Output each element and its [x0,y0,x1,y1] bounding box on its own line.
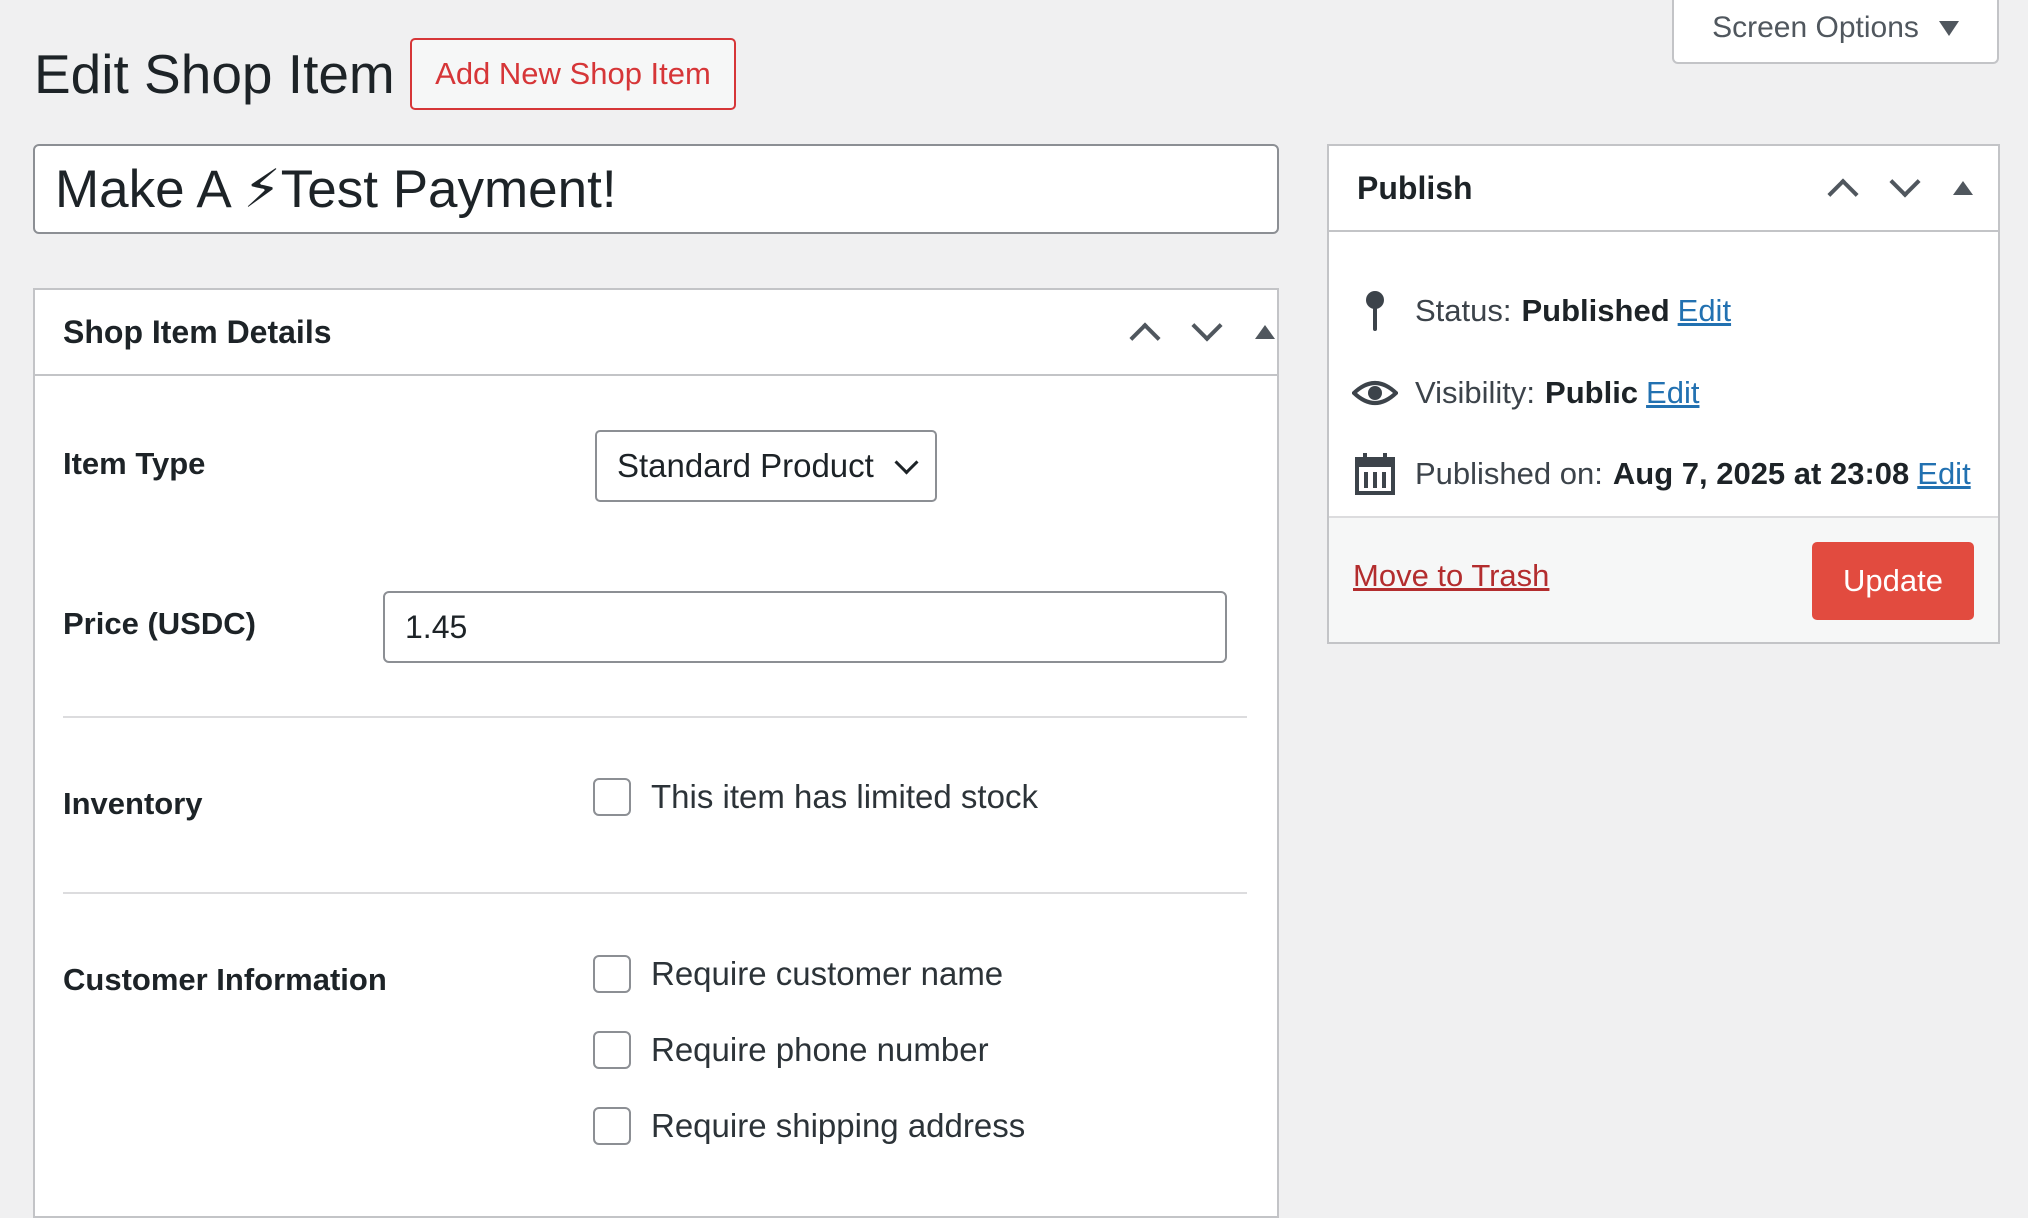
eye-icon [1351,369,1399,417]
limited-stock-checkbox[interactable] [593,778,631,816]
toggle-panel-button[interactable] [1245,290,1285,374]
published-on-value: Aug 7, 2025 at 23:08 [1612,456,1910,491]
require-phone-label: Require phone number [651,1031,989,1068]
published-on-label: Published on: [1415,456,1603,491]
require-shipping-option[interactable]: Require shipping address [593,1107,1025,1145]
price-label: Price (USDC) [63,606,256,641]
toggle-triangle-icon [1255,325,1275,339]
divider [63,716,1247,718]
move-down-button[interactable] [1183,290,1231,374]
add-new-shop-item-button[interactable]: Add New Shop Item [410,38,736,110]
divider [63,892,1247,894]
visibility-value: Public [1545,375,1639,410]
page-title: Edit Shop Item [34,43,395,105]
status-label: Status: [1415,293,1512,328]
pin-icon [1351,287,1399,335]
require-shipping-label: Require shipping address [651,1107,1026,1144]
triangle-down-icon [1938,20,1959,36]
status-row: Status: Published Edit [1351,286,1731,336]
inventory-label: Inventory [63,786,203,821]
require-name-option[interactable]: Require customer name [593,955,1003,993]
shop-item-details-box: Shop Item Details Item Type Standard Pro… [33,288,1279,1218]
move-down-button[interactable] [1881,146,1929,230]
price-input[interactable]: 1.45 [383,591,1227,663]
chevron-up-icon [1129,322,1161,354]
require-name-label: Require customer name [651,955,1004,992]
chevron-up-icon [1827,178,1859,210]
post-title-input[interactable]: Make A ⚡Test Payment! [33,144,1279,234]
screen-options-label: Screen Options [1712,11,1919,44]
screen-options-button[interactable]: Screen Options [1672,0,1999,64]
visibility-row: Visibility: Public Edit [1351,368,1699,418]
status-value: Published [1521,293,1670,328]
postbox-header: Publish [1329,146,1998,232]
chevron-down-icon [1889,166,1921,198]
postbox-title: Publish [1357,170,1473,206]
calendar-icon [1351,450,1399,498]
toggle-triangle-icon [1953,181,1973,195]
postbox-title: Shop Item Details [63,314,332,350]
postbox-header: Shop Item Details [35,290,1277,376]
require-phone-checkbox[interactable] [593,1031,631,1069]
publish-box: Publish Status: Published Edit Visibilit… [1327,144,2000,644]
limited-stock-label: This item has limited stock [651,778,1038,815]
limited-stock-option[interactable]: This item has limited stock [593,778,1038,816]
require-name-checkbox[interactable] [593,955,631,993]
require-shipping-checkbox[interactable] [593,1107,631,1145]
published-on-row: Published on: Aug 7, 2025 at 23:08 Edit [1351,449,1971,499]
item-type-select[interactable]: Standard Product [595,430,937,502]
item-type-value: Standard Product [617,447,874,484]
edit-status-link[interactable]: Edit [1678,293,1731,329]
move-to-trash-link[interactable]: Move to Trash [1353,558,1549,594]
edit-visibility-link[interactable]: Edit [1646,375,1699,411]
move-up-button[interactable] [1121,290,1169,374]
edit-date-link[interactable]: Edit [1917,456,1970,492]
chevron-down-icon [894,449,919,475]
require-phone-option[interactable]: Require phone number [593,1031,989,1069]
chevron-down-icon [1191,310,1223,342]
customer-info-label: Customer Information [63,962,387,997]
item-type-label: Item Type [63,446,206,481]
move-up-button[interactable] [1819,146,1867,230]
publish-actions: Move to Trash Update [1329,516,1998,642]
toggle-panel-button[interactable] [1943,146,1983,230]
visibility-label: Visibility: [1415,375,1536,410]
update-button[interactable]: Update [1812,542,1974,620]
